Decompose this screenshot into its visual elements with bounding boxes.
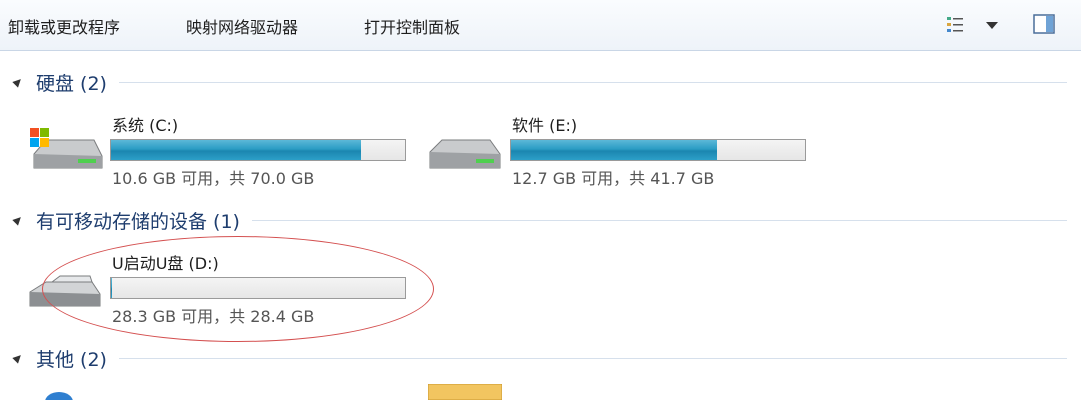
command-toolbar: 卸载或更改程序 映射网络驱动器 打开控制面板 <box>0 0 1081 51</box>
uninstall-program-button[interactable]: 卸载或更改程序 <box>8 14 120 38</box>
group-header-other[interactable]: 其他 (2) <box>12 344 1067 372</box>
drive-name: 软件 (E:) <box>512 116 578 135</box>
collapse-triangle-icon[interactable] <box>12 214 24 226</box>
drive-e[interactable]: 软件 (E:) 12.7 GB 可用，共 41.7 GB <box>428 112 808 192</box>
usb-drive-icon <box>29 275 101 307</box>
usage-bar-fill <box>111 140 361 160</box>
drive-size-text: 28.3 GB 可用，共 28.4 GB <box>112 307 315 326</box>
group-title: 其他 (2) <box>36 348 107 371</box>
group-title: 有可移动存储的设备 (1) <box>36 210 240 233</box>
group-header-hard-disk[interactable]: 硬盘 (2) <box>12 68 1067 96</box>
divider <box>118 81 1067 83</box>
network-globe-icon[interactable] <box>44 392 74 400</box>
drive-c[interactable]: 系统 (C:) 10.6 GB 可用，共 70.0 GB <box>28 112 408 192</box>
drive-size-text: 10.6 GB 可用，共 70.0 GB <box>112 169 315 188</box>
folder-icon[interactable] <box>428 384 502 400</box>
drive-name: U启动U盘 (D:) <box>112 254 219 273</box>
usage-bar <box>510 139 806 161</box>
open-control-panel-button[interactable]: 打开控制面板 <box>364 14 460 38</box>
windows-hard-drive-icon <box>30 128 103 169</box>
map-network-drive-button[interactable]: 映射网络驱动器 <box>186 14 298 38</box>
group-title: 硬盘 (2) <box>36 72 107 95</box>
drive-size-text: 12.7 GB 可用，共 41.7 GB <box>512 169 715 188</box>
drive-name: 系统 (C:) <box>112 116 179 135</box>
divider <box>251 219 1067 221</box>
divider <box>118 357 1067 359</box>
usage-bar <box>110 139 406 161</box>
preview-pane-icon[interactable] <box>1033 14 1055 34</box>
change-view-icon[interactable] <box>946 15 964 33</box>
group-header-removable-storage[interactable]: 有可移动存储的设备 (1) <box>12 206 1067 234</box>
usage-bar <box>110 277 406 299</box>
collapse-triangle-icon[interactable] <box>12 352 24 364</box>
drive-d-usb[interactable]: U启动U盘 (D:) 28.3 GB 可用，共 28.4 GB <box>28 250 408 330</box>
hard-drive-icon <box>429 139 501 169</box>
collapse-triangle-icon[interactable] <box>12 76 24 88</box>
usage-bar-fill <box>111 278 113 298</box>
usage-bar-fill <box>511 140 717 160</box>
chevron-down-icon[interactable] <box>986 22 998 29</box>
